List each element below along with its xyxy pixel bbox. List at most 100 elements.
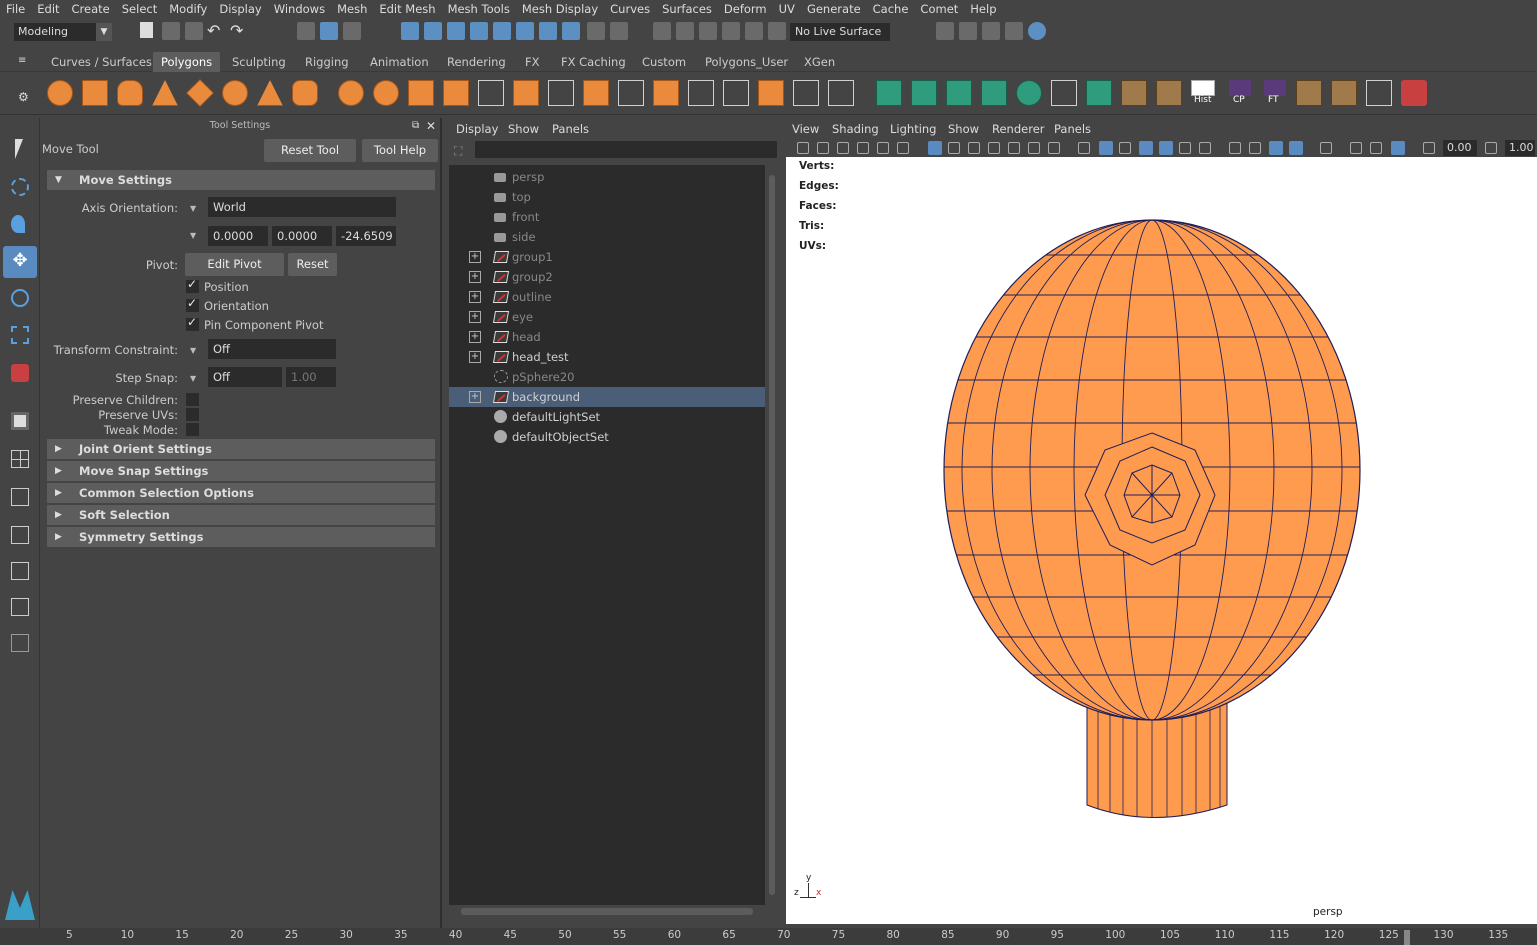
fill-hole-icon[interactable] — [688, 80, 714, 106]
menu-mesh[interactable]: Mesh — [331, 2, 373, 16]
preserve-children-checkbox[interactable] — [186, 393, 199, 406]
paint-tool-icon[interactable] — [1366, 80, 1392, 106]
outliner-item-eye[interactable]: + eye — [449, 307, 765, 327]
menu-edit-mesh[interactable]: Edit Mesh — [373, 2, 441, 16]
menu-comet[interactable]: Comet — [914, 2, 964, 16]
poly-cylinder-icon[interactable] — [117, 80, 143, 106]
paint-select-tool-button[interactable] — [3, 209, 37, 241]
poly-torus-icon[interactable] — [222, 80, 248, 106]
dof-icon[interactable] — [1289, 141, 1303, 155]
live-surface-field[interactable]: No Live Surface — [790, 23, 890, 41]
camera-attr-icon[interactable] — [817, 142, 829, 154]
image-plane-icon[interactable] — [857, 142, 869, 154]
symmetry-section[interactable]: ▶ Symmetry Settings — [47, 527, 435, 547]
render-frame-icon[interactable] — [959, 22, 977, 40]
select-by-handle-icon[interactable] — [401, 22, 419, 40]
move-settings-section[interactable]: ▼ Move Settings — [47, 170, 435, 190]
scroll-thumb[interactable] — [769, 175, 775, 895]
pin-component-pivot-checkbox[interactable] — [186, 315, 199, 331]
motion-blur-icon[interactable] — [1249, 142, 1261, 154]
outliner-show-menu[interactable]: Show — [508, 122, 539, 136]
tab-sculpting[interactable]: Sculpting — [224, 52, 294, 72]
axis-orientation-field[interactable]: World — [208, 197, 396, 217]
move-snap-section[interactable]: ▶ Move Snap Settings — [47, 461, 435, 481]
menu-modify[interactable]: Modify — [163, 2, 213, 16]
preserve-uvs-checkbox[interactable] — [186, 408, 199, 421]
outliner-item-group1[interactable]: + group1 — [449, 247, 765, 267]
history-icon[interactable] — [1191, 80, 1215, 96]
extrude-icon[interactable] — [478, 80, 504, 106]
snap-point-icon[interactable] — [699, 22, 717, 40]
resolution-gate-icon[interactable] — [968, 142, 980, 154]
separate-icon[interactable] — [373, 80, 399, 106]
float-icon[interactable]: ⧉ — [412, 120, 419, 131]
tab-polygons[interactable]: Polygons — [153, 52, 221, 72]
poly-sphere-icon[interactable] — [47, 80, 73, 106]
orientation-checkbox[interactable] — [186, 296, 199, 312]
outliner-persp-button[interactable] — [3, 482, 37, 514]
persp-graph-button[interactable] — [3, 520, 37, 552]
expand-icon[interactable]: + — [469, 271, 481, 283]
outliner-panels-menu[interactable]: Panels — [552, 122, 589, 136]
menu-mesh-tools[interactable]: Mesh Tools — [442, 2, 516, 16]
layout-menu-button[interactable] — [3, 628, 37, 660]
tab-fx-caching[interactable]: FX Caching — [553, 52, 634, 72]
chevron-down-icon[interactable]: ▼ — [190, 204, 196, 213]
menu-mesh-display[interactable]: Mesh Display — [516, 2, 604, 16]
snap-curve-icon[interactable] — [676, 22, 694, 40]
menu-edit[interactable]: Edit — [31, 2, 65, 16]
chevron-down-icon[interactable]: ▼ — [190, 374, 196, 383]
select-deformations-icon[interactable] — [493, 22, 511, 40]
insert-edge-loop-icon[interactable] — [618, 80, 644, 106]
select-rendering-icon[interactable] — [539, 22, 557, 40]
tab-rigging[interactable]: Rigging — [297, 52, 357, 72]
texture-icon[interactable] — [1121, 80, 1147, 106]
tab-polygons-user[interactable]: Polygons_User — [697, 52, 796, 72]
mode-selector[interactable]: Modeling ▼ — [14, 23, 112, 41]
bridge-icon[interactable] — [513, 80, 539, 106]
render-settings-icon[interactable] — [1005, 22, 1023, 40]
menu-generate[interactable]: Generate — [801, 2, 867, 16]
axis-z-field[interactable]: -24.6509 — [336, 226, 396, 246]
tweak-mode-checkbox[interactable] — [186, 423, 199, 436]
smooth-shade-icon[interactable] — [1099, 141, 1113, 155]
open-scene-icon[interactable] — [162, 22, 180, 40]
grid-icon[interactable] — [928, 141, 942, 155]
select-hierarchy-icon[interactable] — [297, 22, 315, 40]
safe-title-icon[interactable] — [1048, 142, 1060, 154]
outliner-search-input[interactable] — [475, 141, 777, 158]
expand-icon[interactable]: + — [469, 391, 481, 403]
soft-selection-section[interactable]: ▶ Soft Selection — [47, 505, 435, 525]
uv-editor-icon[interactable] — [876, 80, 902, 106]
film-gate-icon[interactable] — [948, 142, 960, 154]
menu-cache[interactable]: Cache — [867, 2, 915, 16]
select-dynamics-icon[interactable] — [516, 22, 534, 40]
tool-help-button[interactable]: Tool Help — [362, 139, 438, 162]
tab-fx[interactable]: FX — [517, 52, 548, 72]
select-curves-icon[interactable] — [447, 22, 465, 40]
edit-pivot-button[interactable]: Edit Pivot — [185, 253, 284, 276]
hypershade-persp-button[interactable] — [3, 556, 37, 588]
lock-icon[interactable] — [587, 22, 605, 40]
wireframe-on-shaded-icon[interactable] — [1139, 141, 1153, 155]
cylindrical-mapping-icon[interactable] — [946, 80, 972, 106]
tab-rendering[interactable]: Rendering — [439, 52, 514, 72]
save-scene-icon[interactable] — [185, 22, 203, 40]
outliner-display-menu[interactable]: Display — [456, 122, 498, 136]
target-weld-icon[interactable] — [723, 80, 749, 106]
make-live-icon[interactable] — [768, 22, 786, 40]
outliner-item-psphere20[interactable]: pSphere20 — [449, 367, 765, 387]
renderer-menu[interactable]: Renderer — [992, 122, 1045, 136]
gate-mask-icon[interactable] — [988, 142, 1000, 154]
booleans-icon[interactable] — [828, 80, 854, 106]
xray-icon[interactable] — [1159, 141, 1173, 155]
combine-icon[interactable] — [338, 80, 364, 106]
tab-curves-surfaces[interactable]: Curves / Surfaces — [43, 52, 160, 72]
hypershade-icon[interactable] — [1028, 22, 1046, 40]
view-menu[interactable]: View — [792, 122, 819, 136]
joint-orient-section[interactable]: ▶ Joint Orient Settings — [47, 439, 435, 459]
transform-constraint-field[interactable]: Off — [208, 339, 336, 359]
tab-animation[interactable]: Animation — [362, 52, 437, 72]
menu-surfaces[interactable]: Surfaces — [656, 2, 718, 16]
grease-pencil-icon[interactable] — [897, 142, 909, 154]
